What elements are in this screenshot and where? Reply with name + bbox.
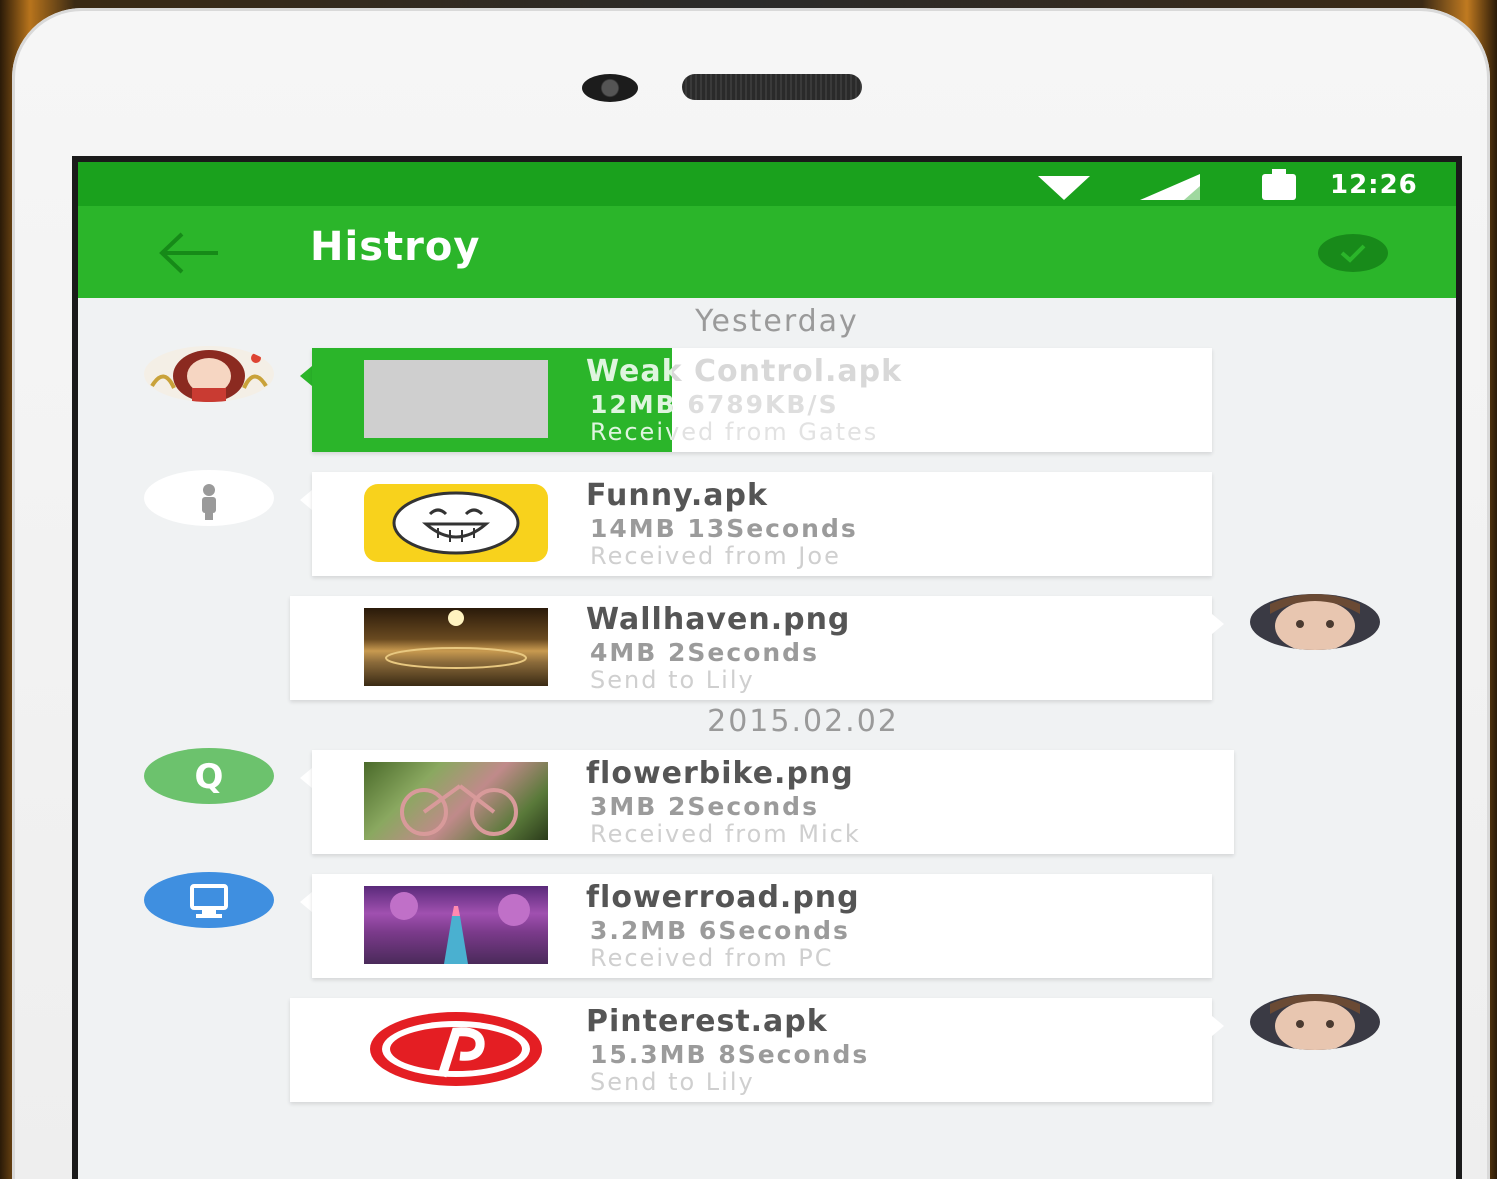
file-name: Wallhaven.png [586, 602, 851, 637]
file-name: Pinterest.apk [586, 1004, 828, 1039]
status-time: 12:26 [1330, 170, 1418, 200]
file-name: flowerroad.png [586, 880, 860, 915]
file-name: flowerbike.png [586, 756, 854, 791]
flower-road-thumb [364, 886, 548, 964]
date-header-yesterday: Yesterday [695, 304, 859, 339]
date-header-2015-02-02: 2015.02.02 [707, 704, 899, 739]
recipient-avatar-lily[interactable] [1250, 994, 1380, 1050]
transfer-card-funny[interactable]: Funny.apk 14MB 13Seconds Received from J… [312, 472, 1212, 576]
transfer-card-weak-control[interactable]: Weak Control.apk 12MB 6789KB/S Received … [312, 348, 1212, 452]
status-bar: 12:26 [78, 162, 1456, 206]
back-arrow-icon[interactable] [154, 228, 224, 278]
sender-avatar-mick[interactable]: Q [144, 748, 274, 804]
earpiece-speaker [682, 74, 862, 100]
recipient-avatar-lily[interactable] [1250, 594, 1380, 650]
file-meta: 4MB 2Seconds [590, 638, 819, 667]
monitor-icon [190, 884, 228, 918]
file-meta-overlay: 12MB 6789KB/S [590, 390, 672, 419]
transfer-detail: Received from Joe [590, 542, 841, 570]
wallpaper-thumb [364, 608, 548, 686]
sender-avatar-joe[interactable] [144, 470, 274, 526]
transfer-card-wallhaven[interactable]: Wallhaven.png 4MB 2Seconds Send to Lily [290, 596, 1212, 700]
phone-frame: 12:26 Histroy Yesterday Weak Control.apk… [12, 8, 1490, 1179]
person-icon [202, 484, 216, 520]
page-title: Histroy [310, 224, 481, 270]
q-badge-icon: Q [195, 757, 224, 797]
front-camera [582, 74, 638, 102]
laughing-face-icon [364, 484, 548, 562]
file-meta: 14MB 13Seconds [590, 514, 858, 543]
card-pointer [300, 490, 312, 510]
q-letter: Q [195, 757, 224, 797]
transfer-detail: Received from Mick [590, 820, 861, 848]
card-pointer [1212, 1016, 1224, 1036]
sender-avatar-gates[interactable] [144, 346, 274, 402]
card-pointer [300, 366, 312, 386]
file-name-overlay: Weak Control.apk [586, 354, 672, 389]
app-screen: 12:26 Histroy Yesterday Weak Control.apk… [72, 156, 1462, 1179]
card-pointer [300, 892, 312, 912]
battery-icon [1262, 169, 1296, 200]
file-meta: 3.2MB 6Seconds [590, 916, 850, 945]
file-meta: 15.3MB 8Seconds [590, 1040, 870, 1069]
check-all-icon[interactable] [1318, 234, 1388, 272]
app-bar: Histroy [78, 206, 1456, 298]
transfer-card-flowerroad[interactable]: flowerroad.png 3.2MB 6Seconds Received f… [312, 874, 1212, 978]
transfer-detail: Received from PC [590, 944, 834, 972]
card-pointer [300, 768, 312, 788]
pinterest-icon [364, 1010, 548, 1088]
signal-icon [1140, 174, 1200, 200]
transfer-detail: Send to Lily [590, 1068, 755, 1096]
file-name: Funny.apk [586, 478, 768, 513]
progress-bar: Weak Control.apk 12MB 6789KB/S Received … [312, 348, 672, 452]
transfer-detail-overlay: Received from Gates [590, 418, 672, 446]
wifi-icon [1038, 176, 1090, 200]
transfer-card-pinterest[interactable]: Pinterest.apk 15.3MB 8Seconds Send to Li… [290, 998, 1212, 1102]
card-pointer [1212, 614, 1224, 634]
sender-avatar-pc[interactable] [144, 872, 274, 928]
placeholder-thumb [364, 360, 548, 438]
file-meta: 3MB 2Seconds [590, 792, 819, 821]
flower-bike-thumb [364, 762, 548, 840]
transfer-card-flowerbike[interactable]: flowerbike.png 3MB 2Seconds Received fro… [312, 750, 1234, 854]
transfer-detail: Send to Lily [590, 666, 755, 694]
